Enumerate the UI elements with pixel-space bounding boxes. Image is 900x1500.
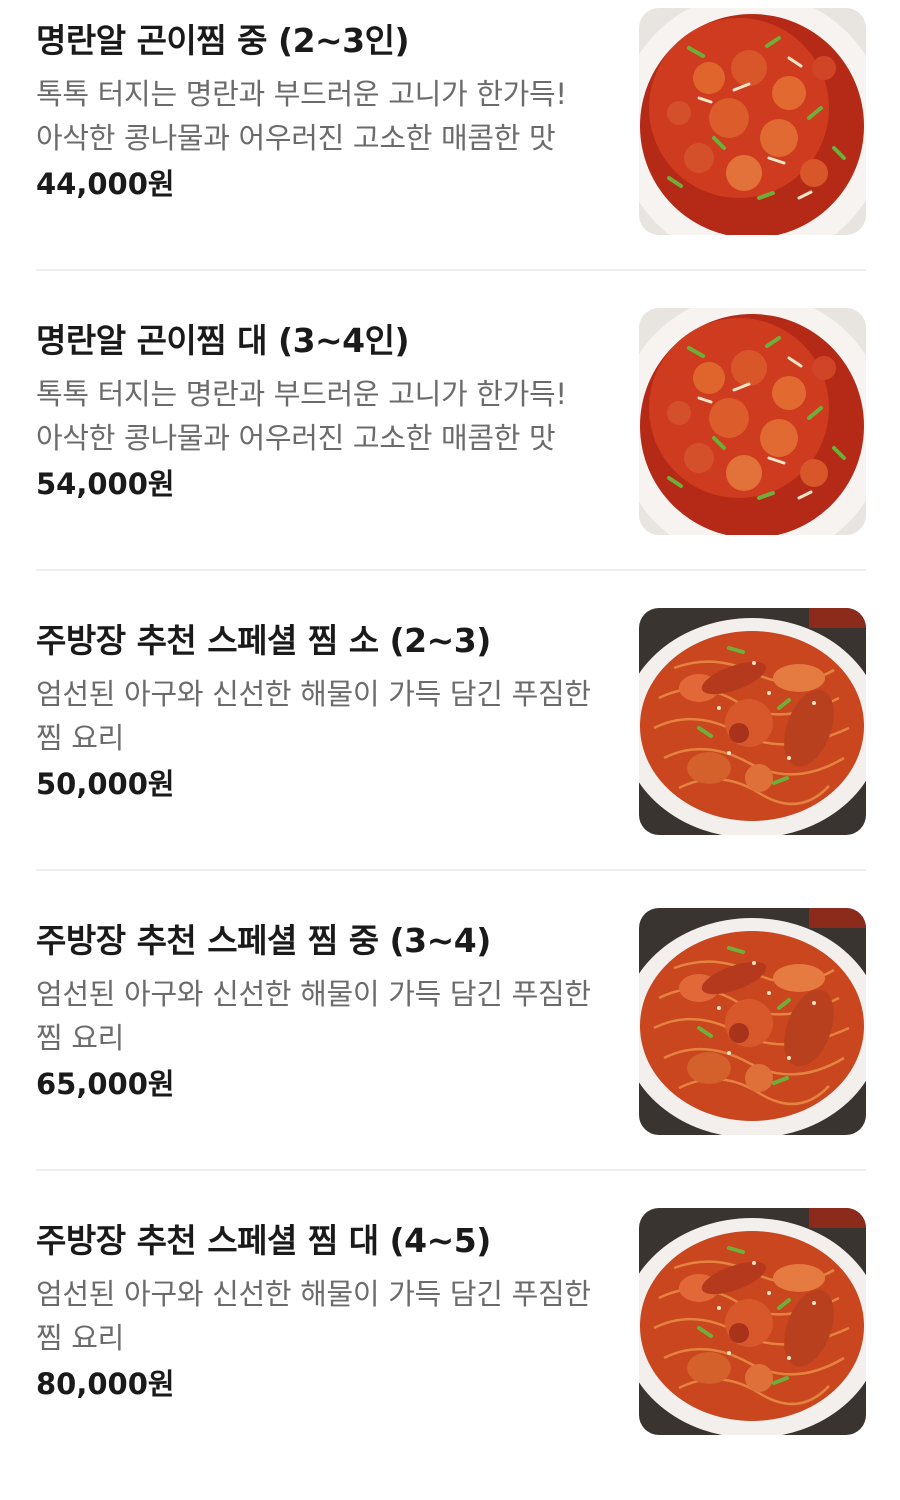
menu-item-text: 명란알 곤이찜 대 (3~4인) 톡톡 터지는 명란과 부드러운 고니가 한가득… <box>36 318 616 506</box>
menu-item-text: 주방장 추천 스페셜 찜 중 (3~4) 엄선된 아구와 신선한 해물이 가득 … <box>36 918 616 1106</box>
menu-item-name: 주방장 추천 스페셜 찜 대 (4~5) <box>36 1221 491 1260</box>
menu-item-description: 엄선된 아구와 신선한 해물이 가득 담긴 푸짐한 찜 요리 <box>36 677 591 755</box>
seafood-stew-image[interactable] <box>639 908 866 1135</box>
menu-item-price: 44,000원 <box>36 167 175 201</box>
menu-item-text: 명란알 곤이찜 중 (2~3인) 톡톡 터지는 명란과 부드러운 고니가 한가득… <box>36 18 616 206</box>
divider <box>36 269 866 271</box>
divider <box>36 569 866 571</box>
seafood-stew-image[interactable] <box>639 1208 866 1435</box>
menu-item[interactable]: 주방장 추천 스페셜 찜 중 (3~4) 엄선된 아구와 신선한 해물이 가득 … <box>0 900 900 1200</box>
menu-item-name: 주방장 추천 스페셜 찜 소 (2~3) <box>36 621 491 660</box>
spicy-roe-stew-image[interactable] <box>639 308 866 535</box>
menu-item-price: 65,000원 <box>36 1067 175 1101</box>
menu-item-name: 명란알 곤이찜 중 (2~3인) <box>36 21 410 60</box>
menu-item[interactable]: 주방장 추천 스페셜 찜 대 (4~5) 엄선된 아구와 신선한 해물이 가득 … <box>0 1200 900 1500</box>
menu-item[interactable]: 명란알 곤이찜 대 (3~4인) 톡톡 터지는 명란과 부드러운 고니가 한가득… <box>0 300 900 600</box>
menu-item-description: 엄선된 아구와 신선한 해물이 가득 담긴 푸짐한 찜 요리 <box>36 977 591 1055</box>
spicy-roe-stew-image[interactable] <box>639 8 866 235</box>
menu-item-name: 주방장 추천 스페셜 찜 중 (3~4) <box>36 921 491 960</box>
menu-item-price: 50,000원 <box>36 767 175 801</box>
divider <box>36 1169 866 1171</box>
menu-item-description: 톡톡 터지는 명란과 부드러운 고니가 한가득! 아삭한 콩나물과 어우러진 고… <box>36 377 567 455</box>
menu-item[interactable]: 주방장 추천 스페셜 찜 소 (2~3) 엄선된 아구와 신선한 해물이 가득 … <box>0 600 900 900</box>
menu-item-price: 80,000원 <box>36 1367 175 1401</box>
divider <box>36 869 866 871</box>
seafood-stew-image[interactable] <box>639 608 866 835</box>
menu-item[interactable]: 명란알 곤이찜 중 (2~3인) 톡톡 터지는 명란과 부드러운 고니가 한가득… <box>0 0 900 300</box>
menu-item-description: 엄선된 아구와 신선한 해물이 가득 담긴 푸짐한 찜 요리 <box>36 1277 591 1355</box>
menu-list: 명란알 곤이찜 중 (2~3인) 톡톡 터지는 명란과 부드러운 고니가 한가득… <box>0 0 900 1443</box>
menu-item-price: 54,000원 <box>36 467 175 501</box>
menu-item-name: 명란알 곤이찜 대 (3~4인) <box>36 321 410 360</box>
menu-item-text: 주방장 추천 스페셜 찜 소 (2~3) 엄선된 아구와 신선한 해물이 가득 … <box>36 618 616 806</box>
menu-item-text: 주방장 추천 스페셜 찜 대 (4~5) 엄선된 아구와 신선한 해물이 가득 … <box>36 1218 616 1406</box>
menu-item-description: 톡톡 터지는 명란과 부드러운 고니가 한가득! 아삭한 콩나물과 어우러진 고… <box>36 77 567 155</box>
